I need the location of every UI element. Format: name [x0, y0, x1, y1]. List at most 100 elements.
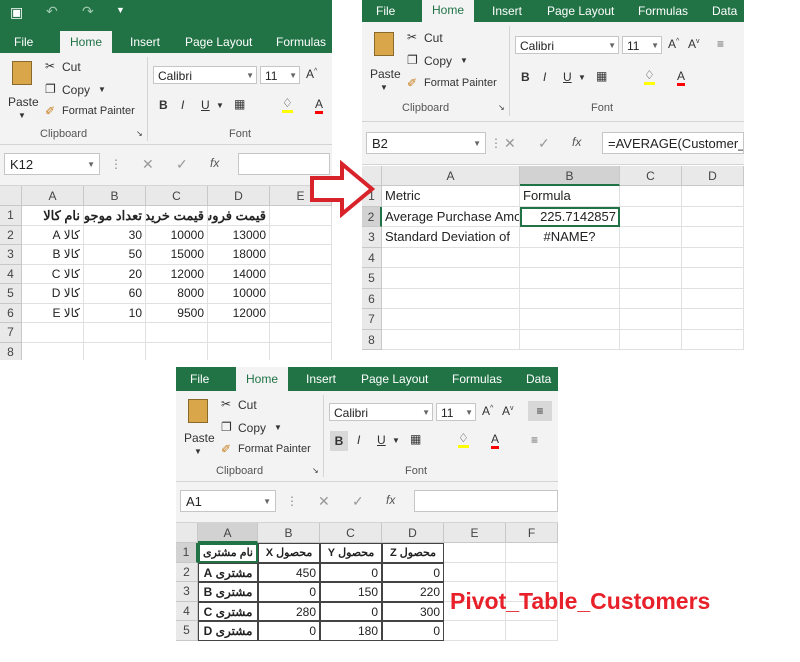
cell[interactable]	[620, 309, 682, 330]
cell[interactable]	[22, 342, 84, 360]
shrink-font-icon[interactable]: Av	[688, 37, 700, 51]
cell[interactable]	[620, 227, 682, 248]
column-header-E[interactable]: E	[444, 523, 506, 543]
enter-icon[interactable]: ✓	[538, 135, 550, 152]
cell[interactable]	[382, 309, 520, 330]
cell[interactable]: محصول X	[258, 543, 320, 563]
cell[interactable]: 0	[320, 562, 382, 582]
paste-dropdown-icon[interactable]: ▼	[18, 111, 26, 120]
cell[interactable]	[682, 206, 744, 227]
format-painter-icon[interactable]: ✐	[45, 104, 55, 118]
cell[interactable]: 0	[382, 621, 444, 641]
borders-icon[interactable]: ▦	[234, 97, 245, 111]
cell[interactable]: قیمت فروش	[208, 206, 270, 226]
cell[interactable]: مشتری A	[198, 562, 258, 582]
paste-dropdown-icon[interactable]: ▼	[380, 83, 388, 92]
cell[interactable]	[382, 288, 520, 309]
active-cell[interactable]: نام مشتری	[198, 543, 258, 563]
cell[interactable]	[146, 342, 208, 360]
cell[interactable]	[444, 562, 506, 582]
cell[interactable]	[444, 543, 506, 563]
cell[interactable]: 30	[84, 225, 146, 245]
font-size-combo[interactable]: 11 ▼	[260, 66, 300, 84]
tab-home[interactable]: Home	[60, 31, 113, 53]
cell[interactable]	[270, 303, 332, 323]
cell[interactable]: نام کالا	[22, 206, 84, 226]
font-color-icon[interactable]: A	[315, 97, 324, 114]
select-all-corner[interactable]	[0, 186, 22, 206]
cut-button[interactable]: Cut	[238, 398, 257, 412]
copy-dropdown-icon[interactable]: ▼	[98, 85, 106, 94]
cell[interactable]: 0	[320, 601, 382, 621]
tab-data[interactable]: Data	[526, 369, 551, 389]
customize-qat-icon[interactable]: ▼	[116, 5, 125, 15]
tab-page-layout[interactable]: Page Layout	[361, 369, 428, 389]
insert-function-icon[interactable]: fx	[386, 493, 395, 507]
cell[interactable]: Metric	[382, 186, 520, 207]
format-painter-button[interactable]: Format Painter	[62, 105, 135, 117]
cell[interactable]	[682, 186, 744, 207]
row-header-5[interactable]: 5	[176, 621, 198, 641]
grow-font-icon[interactable]: A^	[668, 37, 679, 51]
column-header-B[interactable]: B	[258, 523, 320, 543]
cell[interactable]	[520, 288, 620, 309]
align-top-icon[interactable]: ≡	[528, 401, 552, 421]
cell[interactable]	[682, 329, 744, 350]
bold-icon[interactable]: B	[330, 431, 348, 451]
copy-dropdown-icon[interactable]: ▼	[274, 423, 282, 432]
cell[interactable]: 280	[258, 601, 320, 621]
cell[interactable]: تعداد موجودی	[84, 206, 146, 226]
cell[interactable]: 15000	[146, 245, 208, 265]
paste-dropdown-icon[interactable]: ▼	[194, 447, 202, 456]
cell[interactable]: Average Purchase Amo	[382, 206, 520, 227]
cell[interactable]	[444, 621, 506, 641]
cell[interactable]: 60	[84, 284, 146, 304]
cell[interactable]	[382, 268, 520, 289]
copy-button[interactable]: Copy	[238, 421, 266, 435]
cell[interactable]	[620, 186, 682, 207]
font-name-combo[interactable]: Calibri ▼	[515, 36, 619, 54]
cell[interactable]	[84, 342, 146, 360]
cell[interactable]	[506, 562, 558, 582]
underline-icon[interactable]: U	[563, 70, 572, 84]
cell[interactable]	[506, 621, 558, 641]
tab-formulas[interactable]: Formulas	[452, 369, 502, 389]
tab-formulas[interactable]: Formulas	[276, 32, 326, 52]
cell[interactable]	[620, 247, 682, 268]
cell[interactable]	[270, 225, 332, 245]
cell[interactable]: مشتری D	[198, 621, 258, 641]
cell[interactable]	[682, 309, 744, 330]
paste-icon[interactable]	[188, 399, 208, 423]
cell[interactable]: 13000	[208, 225, 270, 245]
cell[interactable]	[208, 342, 270, 360]
cell[interactable]: 14000	[208, 264, 270, 284]
cell[interactable]	[270, 245, 332, 265]
cell[interactable]: 0	[258, 621, 320, 641]
copy-dropdown-icon[interactable]: ▼	[460, 56, 468, 65]
cell[interactable]: کالا D	[22, 284, 84, 304]
cell[interactable]: 450	[258, 562, 320, 582]
italic-icon[interactable]: I	[181, 98, 184, 112]
bold-icon[interactable]: B	[521, 70, 530, 84]
tab-file[interactable]: File	[376, 1, 395, 21]
borders-icon[interactable]: ▦	[410, 432, 421, 446]
cell[interactable]	[620, 268, 682, 289]
cell[interactable]: محصول Z	[382, 543, 444, 563]
clipboard-launcher-icon[interactable]: ↘	[136, 129, 143, 138]
name-box[interactable]: K12 ▼	[4, 153, 100, 175]
cell[interactable]	[682, 288, 744, 309]
column-header-D[interactable]: D	[382, 523, 444, 543]
column-header-A[interactable]: A	[198, 523, 258, 543]
row-header-3[interactable]: 3	[0, 245, 22, 265]
column-header-A[interactable]: A	[382, 166, 520, 186]
column-header-A[interactable]: A	[22, 186, 84, 206]
cancel-icon[interactable]: ✕	[504, 135, 516, 152]
tab-page-layout[interactable]: Page Layout	[185, 32, 252, 52]
tab-data[interactable]: Data	[712, 1, 737, 21]
italic-icon[interactable]: I	[543, 70, 546, 84]
copy-button[interactable]: Copy	[62, 83, 90, 97]
row-header-5[interactable]: 5	[0, 284, 22, 304]
cell[interactable]: 10	[84, 303, 146, 323]
cell[interactable]: 150	[320, 582, 382, 602]
font-name-combo[interactable]: Calibri ▼	[153, 66, 257, 84]
